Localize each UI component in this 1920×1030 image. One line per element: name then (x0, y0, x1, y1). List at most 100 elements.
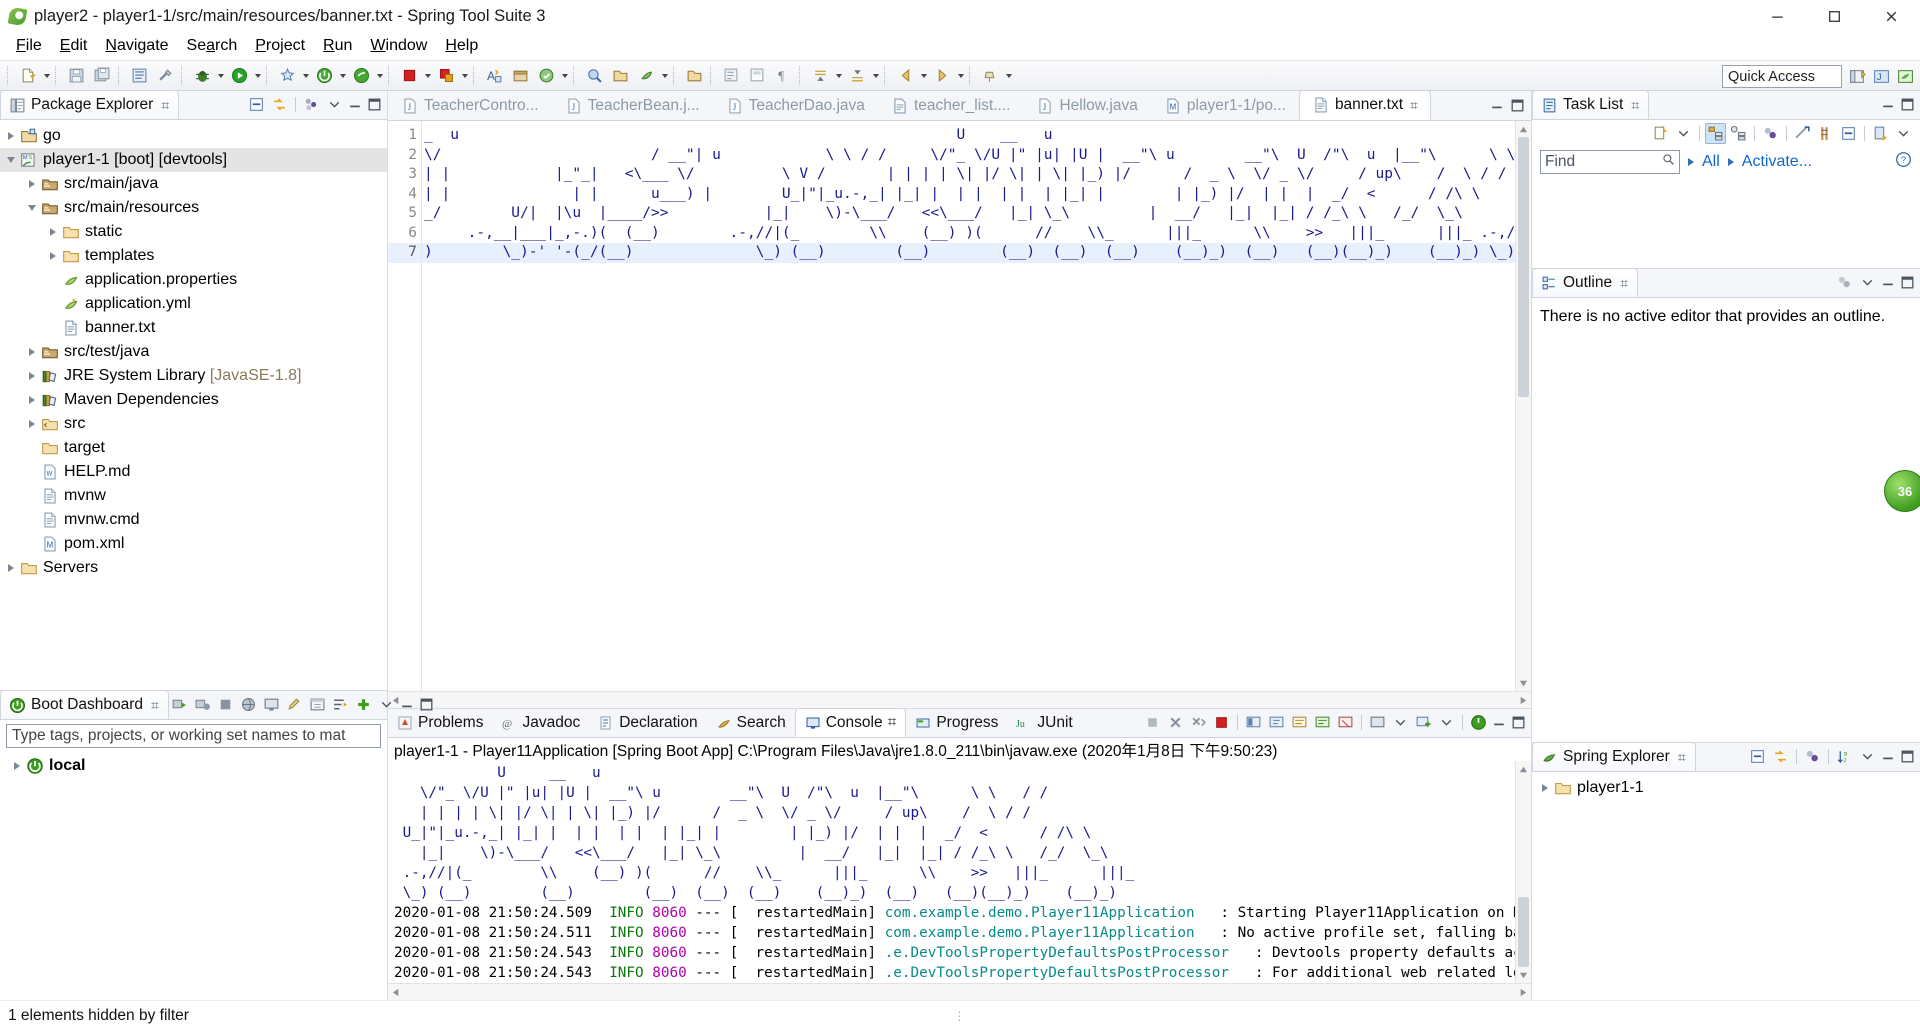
next-annotation-dropdown-icon[interactable] (833, 64, 844, 87)
scroll-down-icon[interactable] (1516, 967, 1531, 983)
maximize-icon[interactable] (366, 96, 383, 113)
maximize-icon[interactable] (1509, 97, 1526, 114)
spring-devtools-dropdown-icon[interactable] (374, 64, 385, 87)
terminate-dropdown-icon[interactable] (422, 64, 433, 87)
last-edit-location-icon[interactable] (719, 64, 743, 87)
clear-console-icon[interactable] (1335, 712, 1356, 733)
editor-text-content[interactable]: _ u U __ u \/ / __"| u \ \ / / \/"_ \/U … (422, 121, 1515, 691)
new-java-project-icon[interactable]: A (482, 64, 506, 87)
tree-item[interactable]: JRE System Library [JavaSE-1.8] (0, 364, 387, 388)
word-wrap-icon[interactable] (1312, 712, 1333, 733)
tree-item[interactable]: w HELP.md (0, 460, 387, 484)
editor-tab-2[interactable]: J TeacherDao.java (713, 90, 878, 120)
toolbar-grip-2[interactable] (55, 66, 60, 85)
tab-task-list[interactable]: Task List ⌗ (1532, 90, 1650, 119)
restore-task-icon[interactable] (1870, 123, 1891, 144)
new-class-icon[interactable] (534, 64, 558, 87)
tree-item[interactable]: static (0, 220, 387, 244)
tree-item[interactable]: application.yml (0, 292, 387, 316)
add-icon[interactable] (353, 694, 374, 715)
tab-spring-explorer[interactable]: Spring Explorer ⌗ (1532, 742, 1696, 771)
spring-boot-dropdown-icon[interactable] (337, 64, 348, 87)
synchronize-icon[interactable] (1802, 746, 1823, 767)
console-dropdown-icon[interactable] (1390, 712, 1411, 733)
stop-icon[interactable] (215, 694, 236, 715)
filter-all-arrow-icon[interactable] (1688, 158, 1694, 166)
maximize-icon[interactable] (1899, 748, 1916, 765)
toolbar-grip-9[interactable] (673, 66, 678, 85)
close-icon[interactable]: ⌗ (161, 97, 169, 114)
toolbar-grip[interactable] (7, 66, 12, 85)
quick-access-input[interactable]: Quick Access (1722, 65, 1842, 88)
properties-icon[interactable] (307, 694, 328, 715)
menu-window[interactable]: Window (361, 34, 436, 58)
maximize-icon[interactable] (1899, 96, 1916, 113)
chevron-right-icon[interactable] (23, 172, 40, 196)
tab-boot-dashboard[interactable]: Boot Dashboard ⌗ (0, 690, 169, 719)
new-wizard-dropdown-icon[interactable] (41, 64, 52, 87)
tree-item[interactable]: target (0, 436, 387, 460)
chevron-right-icon[interactable] (44, 220, 61, 244)
spring-explorer-tree[interactable]: player1-1 (1532, 772, 1920, 800)
java-perspective-icon[interactable]: J (1870, 65, 1892, 88)
tree-item[interactable]: src (0, 412, 387, 436)
tree-item[interactable]: application.properties (0, 268, 387, 292)
previous-annotation-dropdown-icon[interactable] (870, 64, 881, 87)
scroll-right-icon[interactable] (1514, 692, 1531, 709)
minimize-button[interactable] (1749, 0, 1806, 33)
scroll-up-icon[interactable] (1516, 761, 1531, 777)
console-options-dropdown-icon[interactable] (1436, 712, 1457, 733)
toolbar-grip-11[interactable] (799, 66, 804, 85)
toggle-filters-icon[interactable] (330, 694, 351, 715)
toolbar-grip-6[interactable] (388, 66, 393, 85)
maximize-icon[interactable] (1899, 274, 1916, 291)
toolbar-grip-8[interactable] (573, 66, 578, 85)
package-explorer-tree[interactable]: go MS player1-1 [boot] [devtools] src/ma… (0, 120, 387, 580)
categorized-view-icon[interactable] (1705, 123, 1726, 144)
tree-item[interactable]: banner.txt (0, 316, 387, 340)
filter-activate-arrow-icon[interactable] (1727, 158, 1734, 166)
terminate-all-icon[interactable] (434, 64, 458, 87)
terminate-icon[interactable] (1142, 712, 1163, 733)
minimize-icon[interactable] (1491, 714, 1508, 731)
scroll-right-icon[interactable] (1514, 984, 1531, 1001)
tree-item[interactable]: Servers (0, 556, 387, 580)
run-dropdown-icon[interactable] (252, 64, 263, 87)
maximize-icon[interactable] (418, 696, 435, 713)
open-type-icon[interactable] (582, 64, 606, 87)
terminate-all-dropdown-icon[interactable] (459, 64, 470, 87)
toolbar-grip-7[interactable] (473, 66, 478, 85)
menu-file[interactable]: File (7, 34, 51, 58)
search-spring-icon[interactable] (634, 64, 658, 87)
filter-icon[interactable] (1815, 123, 1836, 144)
forward-dropdown-icon[interactable] (955, 64, 966, 87)
sort-icon[interactable]: az (1834, 746, 1855, 767)
stop-console-icon[interactable] (1211, 712, 1232, 733)
focus-icon[interactable] (1792, 123, 1813, 144)
tree-item[interactable]: MS player1-1 [boot] [devtools] (0, 148, 387, 172)
scheduled-view-icon[interactable] (1728, 123, 1749, 144)
search-dropdown-icon[interactable] (659, 64, 670, 87)
minimize-icon[interactable] (1489, 97, 1506, 114)
maximize-icon[interactable] (1510, 714, 1527, 731)
start-icon[interactable] (169, 694, 190, 715)
spring-devtools-icon[interactable] (349, 64, 373, 87)
editor-vertical-scrollbar[interactable] (1515, 121, 1531, 691)
save-all-icon[interactable] (90, 64, 114, 87)
tab-package-explorer[interactable]: Package Explorer ⌗ (0, 90, 180, 119)
link-with-editor-icon[interactable] (1770, 746, 1791, 767)
open-folder-icon[interactable] (682, 64, 706, 87)
link-with-editor-icon[interactable] (269, 94, 290, 115)
new-task-dropdown-icon[interactable] (1673, 123, 1694, 144)
editor-tab-1[interactable]: J TeacherBean.j... (552, 90, 713, 120)
display-selected-console-icon[interactable] (1243, 712, 1264, 733)
chevron-right-icon[interactable] (2, 124, 19, 148)
menu-navigate[interactable]: Navigate (96, 34, 177, 58)
new-task-icon[interactable] (1650, 123, 1671, 144)
back-icon[interactable] (893, 64, 917, 87)
new-wizard-icon[interactable] (16, 64, 40, 87)
previous-annotation-icon[interactable] (845, 64, 869, 87)
console-tab-1[interactable]: @ Javadoc (492, 708, 589, 737)
tree-item[interactable]: src/main/java (0, 172, 387, 196)
collapse-all-icon[interactable] (1838, 123, 1859, 144)
